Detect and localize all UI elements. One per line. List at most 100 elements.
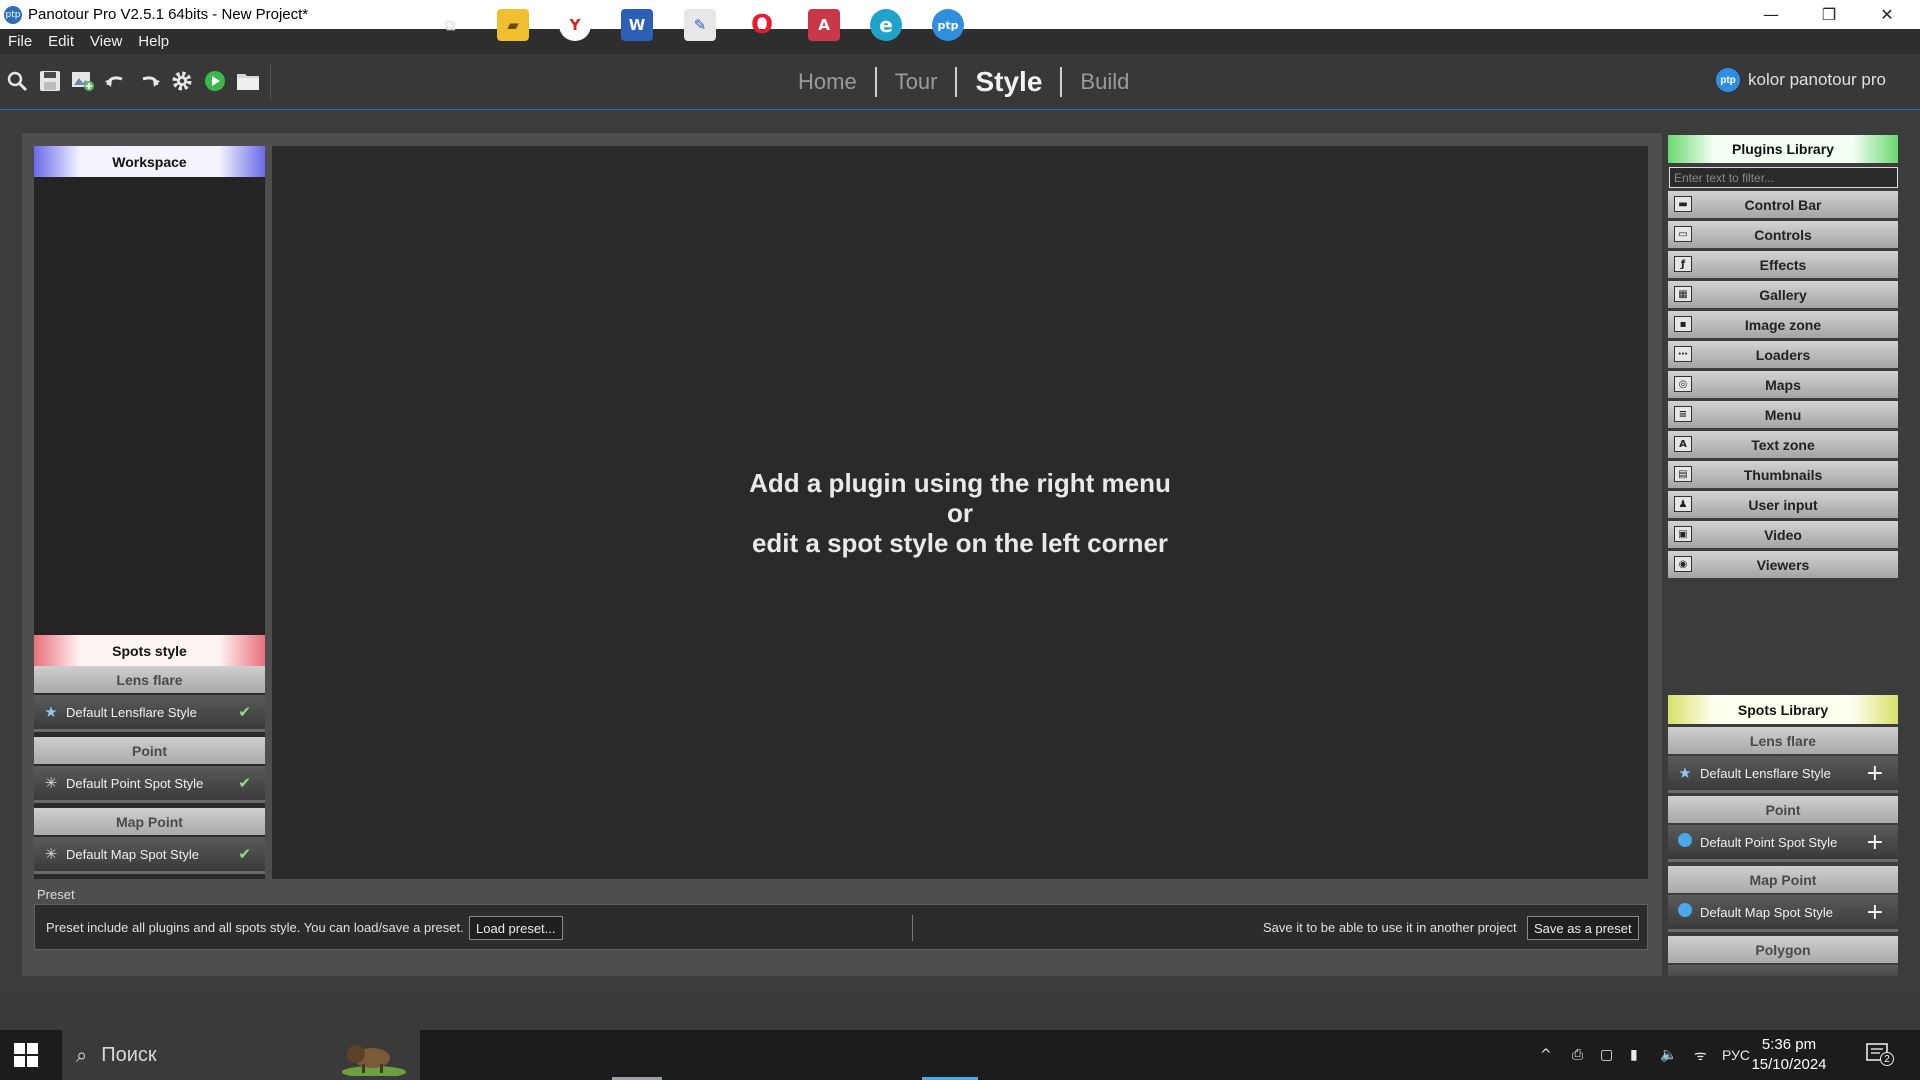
undo-icon[interactable] [103, 68, 129, 94]
library-item-label: Default Point Spot Style [1700, 834, 1838, 850]
load-preset-button[interactable]: Load preset... [469, 916, 563, 940]
plugin-control-bar[interactable]: ▬ Control Bar [1668, 191, 1898, 218]
menu-file[interactable]: File [0, 33, 40, 50]
notification-icon[interactable]: 2 [1866, 1042, 1894, 1066]
menu-view[interactable]: View [82, 33, 130, 50]
plugin-label: Menu [1764, 406, 1802, 423]
text-zone-icon: A [1674, 436, 1692, 452]
library-item-map-point[interactable]: Default Map Spot Style + [1668, 895, 1898, 932]
library-section-lens-flare: Lens flare [1668, 727, 1898, 754]
plugin-label: Maps [1765, 376, 1801, 393]
spots-library-header: Spots Library [1668, 695, 1898, 724]
nav-tabs: Home Tour Style Build [780, 66, 1147, 98]
plugin-maps[interactable]: ◎ Maps [1668, 371, 1898, 398]
plugin-controls[interactable]: ▭ Controls [1668, 221, 1898, 248]
user-input-icon: ♟ [1674, 496, 1692, 512]
opera-icon[interactable]: O [746, 9, 778, 41]
tab-home[interactable]: Home [780, 69, 875, 95]
plugin-label: Video [1764, 526, 1802, 543]
plugin-loaders[interactable]: ⋯ Loaders [1668, 341, 1898, 368]
plugin-user-input[interactable]: ♟ User input [1668, 491, 1898, 518]
spot-style-label: Default Point Spot Style [66, 775, 204, 791]
save-icon[interactable] [37, 68, 63, 94]
spot-style-item-map-point[interactable]: ✳ Default Map Spot Style ✔ [34, 837, 265, 874]
preset-title: Preset [37, 887, 75, 902]
plugin-label: Controls [1754, 226, 1812, 243]
windows-start-icon[interactable] [14, 1043, 38, 1067]
blue-circle-icon [1674, 902, 1696, 922]
image-viewer-icon[interactable]: ✎ [684, 9, 716, 41]
taskbar-search[interactable]: ⌕ Поиск [62, 1030, 420, 1080]
file-explorer-icon[interactable]: ▰ [497, 9, 529, 41]
loaders-icon: ⋯ [1674, 346, 1692, 362]
wifi-icon[interactable]: ᯤ [1694, 1030, 1707, 1080]
plugin-label: Thumbnails [1743, 466, 1823, 483]
stage-message-line3: edit a spot style on the left corner [751, 527, 1169, 558]
minimize-button[interactable]: — [1748, 0, 1794, 29]
tab-tour[interactable]: Tour [877, 69, 956, 95]
tray-chevron-icon[interactable]: ^ [1540, 1030, 1552, 1080]
save-as-preset-button[interactable]: Save as a preset [1527, 916, 1639, 940]
task-view-icon[interactable]: ⧉ [434, 9, 466, 41]
maps-icon: ◎ [1674, 376, 1692, 392]
viewers-icon: ◉ [1674, 556, 1692, 572]
preset-bar: Preset include all plugins and all spots… [34, 904, 1648, 950]
spot-style-item-lensflare[interactable]: ★ Default Lensflare Style ✔ [34, 695, 265, 732]
add-icon[interactable]: + [1866, 900, 1884, 925]
tab-style[interactable]: Style [957, 66, 1060, 98]
image-zone-icon: ▪ [1674, 316, 1692, 332]
play-preview-icon[interactable] [202, 68, 228, 94]
search-icon: ⌕ [76, 1043, 88, 1067]
library-item-label: Default Lensflare Style [1700, 765, 1831, 781]
panotour-icon[interactable]: ptp [932, 9, 964, 41]
library-item-point[interactable]: Default Point Spot Style + [1668, 825, 1898, 862]
redo-icon[interactable] [136, 68, 162, 94]
sparkle-icon: ✳ [44, 845, 58, 863]
menu-help[interactable]: Help [130, 33, 177, 50]
settings-gear-icon[interactable] [169, 68, 195, 94]
volume-icon[interactable]: 🔈 [1660, 1030, 1677, 1080]
toolbar-separator [270, 64, 271, 100]
plugin-text-zone[interactable]: A Text zone [1668, 431, 1898, 458]
tab-build[interactable]: Build [1062, 69, 1147, 95]
menu-edit[interactable]: Edit [40, 33, 82, 50]
plugin-effects[interactable]: ƒ Effects [1668, 251, 1898, 278]
plugin-viewers[interactable]: ◉ Viewers [1668, 551, 1898, 578]
plugin-video[interactable]: ▣ Video [1668, 521, 1898, 548]
check-icon: ✔ [238, 774, 251, 792]
preset-description: Preset include all plugins and all spots… [46, 920, 464, 935]
edge-icon[interactable]: e [870, 9, 902, 41]
plugin-thumbnails[interactable]: ▤ Thumbnails [1668, 461, 1898, 488]
star-icon: ★ [1678, 764, 1692, 782]
plugin-menu[interactable]: ≡ Menu [1668, 401, 1898, 428]
control-bar-icon: ▬ [1674, 196, 1692, 212]
sparkle-icon: ✳ [44, 774, 58, 792]
window-title: Panotour Pro V2.5.1 64bits - New Project… [28, 6, 309, 23]
plugin-filter-input[interactable]: Enter text to filter... [1669, 167, 1898, 188]
yandex-browser-icon[interactable]: Y [559, 9, 591, 41]
library-item-lensflare[interactable]: ★ Default Lensflare Style + [1668, 756, 1898, 793]
plugin-gallery[interactable]: ▦ Gallery [1668, 281, 1898, 308]
close-button[interactable]: ✕ [1864, 0, 1910, 29]
taskbar-clock[interactable]: 5:36 pm 15/10/2024 [1748, 1035, 1830, 1075]
open-project-icon[interactable] [4, 68, 30, 94]
plugin-image-zone[interactable]: ▪ Image zone [1668, 311, 1898, 338]
library-item-label: Default Map Spot Style [1700, 904, 1833, 920]
maximize-button[interactable]: ❐ [1806, 0, 1852, 29]
folder-icon[interactable] [235, 68, 261, 94]
add-panorama-icon[interactable] [70, 68, 96, 94]
spot-style-item-point[interactable]: ✳ Default Point Spot Style ✔ [34, 766, 265, 803]
thumbnails-icon: ▤ [1674, 466, 1692, 482]
video-icon: ▣ [1674, 526, 1692, 542]
add-icon[interactable]: + [1866, 830, 1884, 855]
style-stage: Add a plugin using the right menu or edi… [272, 146, 1648, 879]
section-map-point: Map Point [34, 808, 265, 835]
language-indicator[interactable]: РУС [1722, 1030, 1750, 1080]
clock-time: 5:36 pm [1761, 1036, 1817, 1053]
word-icon[interactable]: W [621, 9, 653, 41]
add-icon[interactable]: + [1866, 761, 1884, 786]
tray-screen-icon[interactable]: ▢ [1600, 1030, 1613, 1080]
battery-icon[interactable]: ▮ [1630, 1030, 1638, 1080]
tray-meet-icon[interactable]: ⎙ [1572, 1030, 1583, 1080]
access-icon[interactable]: A [808, 9, 840, 41]
